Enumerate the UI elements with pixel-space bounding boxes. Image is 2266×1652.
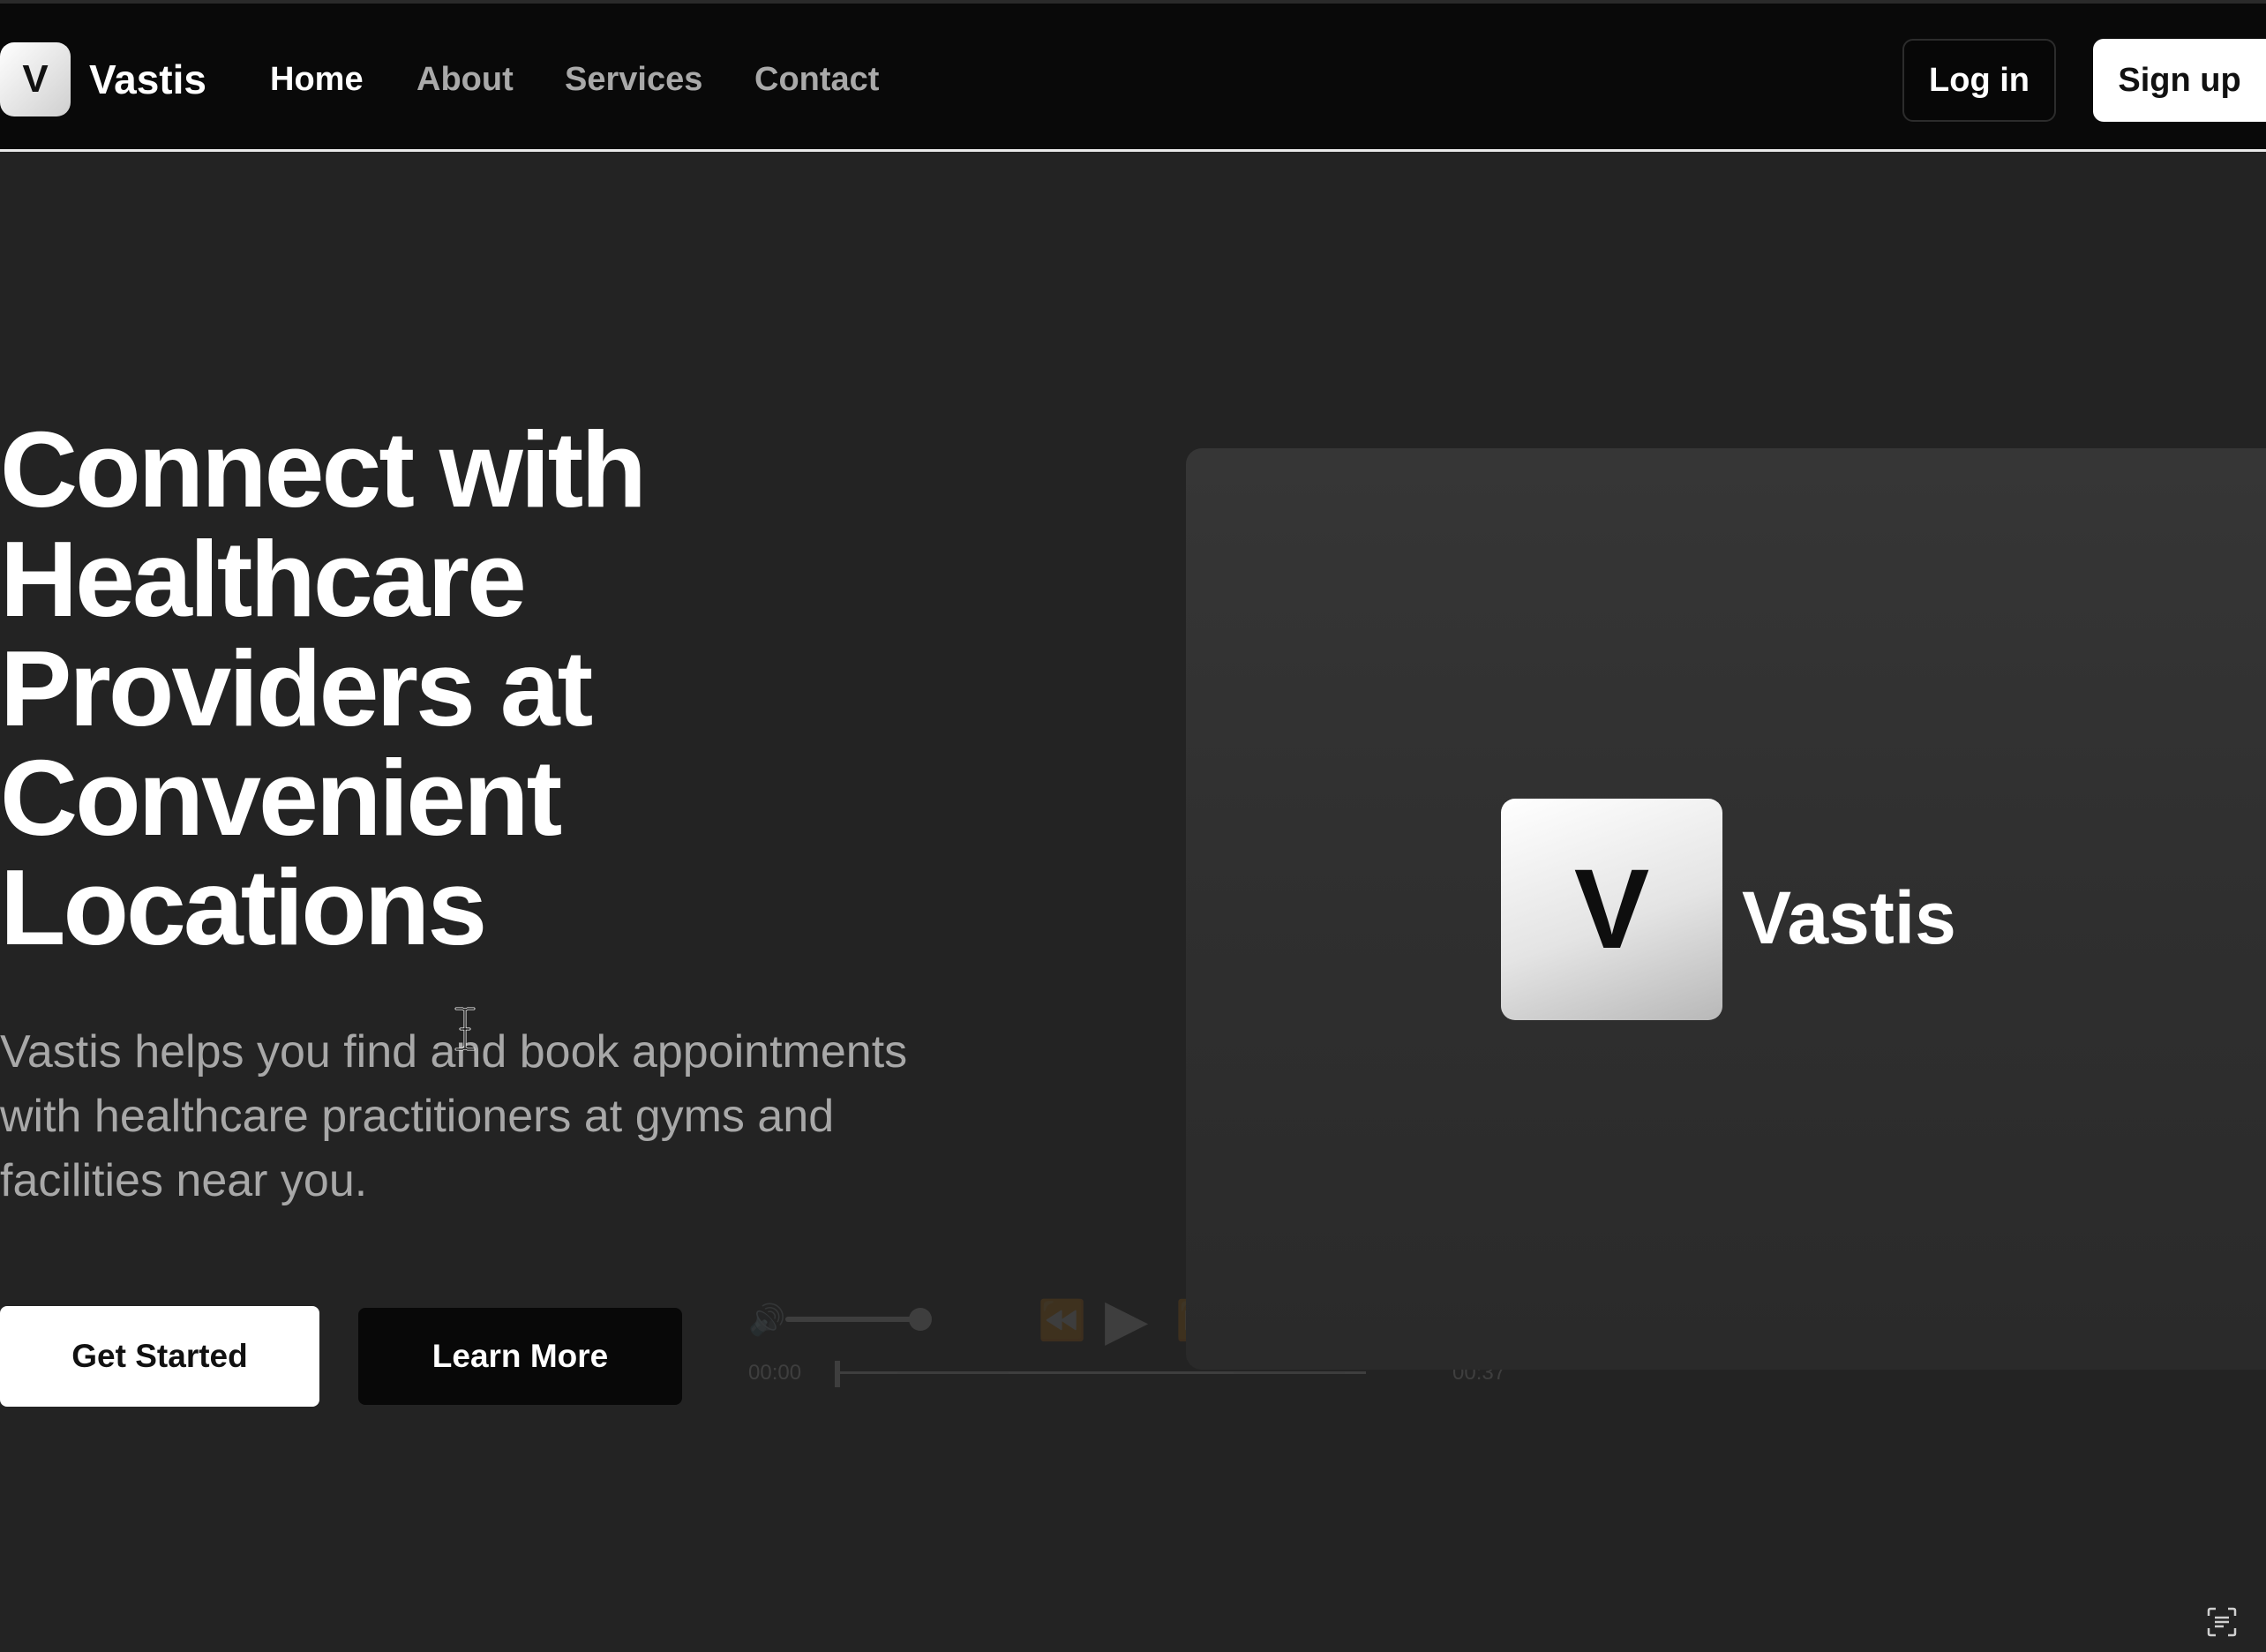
video-logo-icon: V [1501,799,1722,1020]
signup-button[interactable]: Sign up [2093,39,2266,122]
volume-slider-knob[interactable] [909,1308,932,1331]
brand-name[interactable]: Vastis [89,55,206,104]
login-button[interactable]: Log in [1902,39,2056,122]
get-started-button[interactable]: Get Started [0,1306,319,1407]
nav-link-home[interactable]: Home [270,58,364,101]
video-brand-name: Vastis [1742,876,1956,959]
nav-link-services[interactable]: Services [565,58,702,101]
progress-track[interactable] [837,1371,1366,1374]
current-time: 00:00 [748,1361,802,1385]
volume-icon[interactable]: 🔊 [748,1303,785,1338]
progress-scrubber[interactable] [835,1361,840,1387]
hero-subtitle: Vastis helps you find and book appointme… [0,1026,908,1206]
nav-link-contact[interactable]: Contact [754,58,879,101]
scan-icon[interactable] [2206,1606,2238,1638]
hero-title: Connect with Healthcare Providers at Con… [0,409,647,967]
learn-more-button[interactable]: Learn More [358,1308,682,1405]
rewind-icon[interactable]: ⏪ [1038,1297,1086,1343]
play-icon[interactable]: ▶ [1105,1287,1148,1353]
volume-slider[interactable] [785,1317,918,1322]
text-cursor-icon [454,1007,476,1051]
top-navbar: V Vastis Home About Services Contact Log… [0,0,2266,152]
nav-link-about[interactable]: About [416,58,514,101]
video-panel[interactable]: V Vastis [1186,448,2266,1370]
brand-logo-icon[interactable]: V [0,42,71,116]
